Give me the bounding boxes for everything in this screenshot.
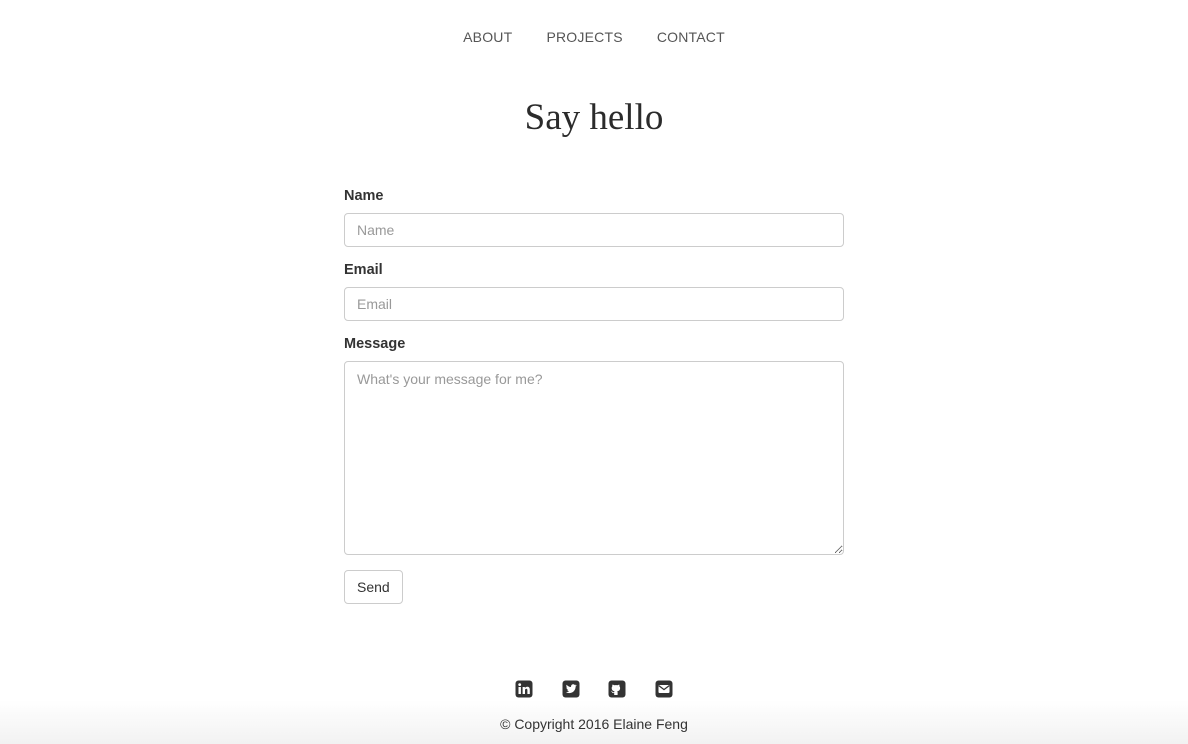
name-label: Name [344,188,384,204]
nav-link-contact[interactable]: CONTACT [657,29,725,45]
nav-link-about[interactable]: ABOUT [463,29,512,45]
page-title: Say hello [524,97,664,138]
github-icon[interactable] [608,680,626,698]
email-icon[interactable] [655,680,673,698]
linkedin-icon[interactable] [515,680,533,698]
social-links [0,680,1188,698]
email-field[interactable] [344,287,844,321]
copyright-text: © Copyright 2016 Elaine Feng [500,716,688,732]
top-nav: ABOUT PROJECTS CONTACT [0,29,1188,45]
message-label: Message [344,336,406,352]
message-field[interactable] [344,361,844,555]
send-button[interactable]: Send [344,570,403,604]
nav-link-projects[interactable]: PROJECTS [546,29,622,45]
contact-form: Name Email Message Send [344,188,844,604]
email-label: Email [344,262,383,278]
name-field[interactable] [344,213,844,247]
twitter-icon[interactable] [562,680,580,698]
